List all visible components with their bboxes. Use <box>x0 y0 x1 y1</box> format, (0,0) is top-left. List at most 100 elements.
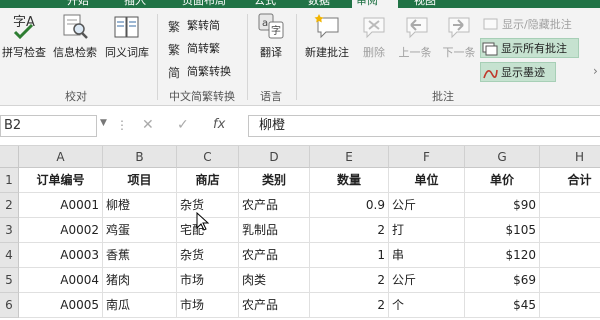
row-header-3[interactable]: 3 <box>0 218 19 243</box>
show-hide-comment-button[interactable]: 显示/隐藏批注 <box>482 15 584 35</box>
formula-bar: B2 ▼ ⋮ ✕ ✓ fx 柳橙 <box>0 106 600 146</box>
name-box[interactable]: B2 <box>0 115 97 137</box>
column-header-f[interactable]: F <box>389 146 465 168</box>
traditional-to-simplified-button[interactable]: 繁繁转简 <box>167 16 220 36</box>
select-all-corner[interactable] <box>0 146 19 168</box>
show-hide-comment-icon <box>483 18 498 30</box>
row-header-2[interactable]: 2 <box>0 193 19 218</box>
research-button[interactable]: 信息检索 <box>50 12 100 60</box>
column-title-cell[interactable]: 订单编号 <box>19 168 103 193</box>
spell-check-icon: 字A <box>13 15 35 40</box>
tab-data[interactable]: 数据 <box>304 0 334 8</box>
svg-text:字: 字 <box>271 24 281 37</box>
table-cell[interactable]: 2 <box>310 293 389 318</box>
table-cell[interactable]: $69 <box>465 268 540 293</box>
column-title-cell[interactable]: 数量 <box>310 168 389 193</box>
table-cell[interactable]: 柳橙 <box>103 193 177 218</box>
tab-formulas[interactable]: 公式 <box>250 0 280 8</box>
column-header-g[interactable]: G <box>465 146 540 168</box>
table-cell[interactable]: 南瓜 <box>103 293 177 318</box>
language-group-label: 语言 <box>260 90 282 103</box>
table-cell[interactable]: 农产品 <box>239 193 310 218</box>
table-cell[interactable]: 猪肉 <box>103 268 177 293</box>
table-cell[interactable]: A0003 <box>19 243 103 268</box>
show-all-comments-button[interactable]: 显示所有批注 <box>480 38 579 58</box>
table-cell[interactable]: A0001 <box>19 193 103 218</box>
table-cell[interactable]: 鸡蛋 <box>103 218 177 243</box>
delete-comment-button[interactable]: 删除 <box>357 12 391 60</box>
ribbon: 字A 拼写检查 信息检索 同义词库 校对 繁 繁转简 繁 简转繁 简 简繁转换 … <box>0 8 600 106</box>
table-cell[interactable]: 农产品 <box>239 243 310 268</box>
ribbon-overflow-icon[interactable]: › <box>593 64 598 78</box>
column-title-cell[interactable]: 商店 <box>177 168 239 193</box>
table-cell[interactable] <box>540 293 600 318</box>
table-cell[interactable]: 公斤 <box>389 268 465 293</box>
table-cell[interactable]: 打 <box>389 218 465 243</box>
tab-home[interactable]: 开始 <box>63 0 93 8</box>
table-cell[interactable]: 2 <box>310 218 389 243</box>
tab-insert[interactable]: 插入 <box>120 0 150 8</box>
spell-check-button[interactable]: 字A 拼写检查 <box>0 12 48 60</box>
table-cell[interactable] <box>540 193 600 218</box>
table-cell[interactable]: 1 <box>310 243 389 268</box>
table-cell[interactable]: $ <box>540 243 600 268</box>
table-cell[interactable]: $120 <box>465 243 540 268</box>
insert-function-button[interactable]: fx <box>213 117 225 132</box>
column-title-cell[interactable]: 类别 <box>239 168 310 193</box>
column-header-h[interactable]: H <box>540 146 600 168</box>
cancel-icon[interactable]: ✕ <box>142 117 154 133</box>
next-comment-button[interactable]: 下一条 <box>439 12 479 60</box>
table-cell[interactable]: 公斤 <box>389 193 465 218</box>
column-title-cell[interactable]: 项目 <box>103 168 177 193</box>
translate-button[interactable]: a 字 翻译 <box>250 12 292 60</box>
column-title-cell[interactable]: 单价 <box>465 168 540 193</box>
table-cell[interactable]: 0.9 <box>310 193 389 218</box>
table-cell[interactable]: $90 <box>465 193 540 218</box>
simplified-to-traditional-button[interactable]: 繁简转繁 <box>167 39 220 59</box>
row-header-4[interactable]: 4 <box>0 243 19 268</box>
tab-file[interactable] <box>0 0 44 8</box>
table-cell[interactable]: 杂货 <box>177 243 239 268</box>
table-cell[interactable]: 串 <box>389 243 465 268</box>
table-cell[interactable]: $ <box>540 218 600 243</box>
new-comment-button[interactable]: 新建批注 <box>300 12 354 60</box>
column-title-cell[interactable]: 单位 <box>389 168 465 193</box>
formula-bar-grip-icon[interactable]: ⋮ <box>116 118 128 132</box>
enter-icon[interactable]: ✓ <box>177 117 189 133</box>
chinese-convert-button[interactable]: 简简繁转换 <box>167 62 231 82</box>
table-cell[interactable]: 市场 <box>177 293 239 318</box>
table-cell[interactable]: $105 <box>465 218 540 243</box>
table-cell[interactable]: A0002 <box>19 218 103 243</box>
table-cell[interactable]: 个 <box>389 293 465 318</box>
row-header-5[interactable]: 5 <box>0 268 19 293</box>
table-cell[interactable]: $ <box>540 268 600 293</box>
table-cell[interactable]: 乳制品 <box>239 218 310 243</box>
table-cell[interactable]: $45 <box>465 293 540 318</box>
formula-input[interactable]: 柳橙 <box>248 115 600 137</box>
table-cell[interactable]: 香蕉 <box>103 243 177 268</box>
table-cell[interactable]: A0004 <box>19 268 103 293</box>
show-ink-button[interactable]: 显示墨迹 <box>480 62 556 82</box>
column-header-d[interactable]: D <box>239 146 310 168</box>
row-header-1[interactable]: 1 <box>0 168 19 193</box>
thesaurus-button[interactable]: 同义词库 <box>102 12 152 60</box>
tab-page-layout[interactable]: 页面布局 <box>178 0 230 8</box>
column-header-a[interactable]: A <box>19 146 103 168</box>
table-cell[interactable]: 2 <box>310 268 389 293</box>
name-box-dropdown-icon[interactable]: ▼ <box>100 118 107 128</box>
column-header-e[interactable]: E <box>310 146 389 168</box>
previous-comment-button[interactable]: 上一条 <box>395 12 435 60</box>
table-cell[interactable]: 肉类 <box>239 268 310 293</box>
column-title-cell[interactable]: 合计 <box>540 168 600 193</box>
table-cell[interactable]: A0005 <box>19 293 103 318</box>
column-header-c[interactable]: C <box>177 146 239 168</box>
column-header-b[interactable]: B <box>103 146 177 168</box>
worksheet-grid[interactable]: A B C D E F G H 1 2 3 4 5 6 订单编号 项目 商店 类别 数量 单位 单价 合计 A0001 柳橙杂… <box>0 146 600 320</box>
thesaurus-icon <box>114 16 139 38</box>
tab-review[interactable]: 审阅 <box>352 0 398 8</box>
comments-group: 新建批注 删除 上一条 下一条 显示/隐藏批注 显示所有批注 显示墨迹 批注 <box>298 8 590 106</box>
tab-view[interactable]: 视图 <box>410 0 440 8</box>
table-cell[interactable]: 农产品 <box>239 293 310 318</box>
row-header-6[interactable]: 6 <box>0 293 19 318</box>
table-cell[interactable]: 市场 <box>177 268 239 293</box>
